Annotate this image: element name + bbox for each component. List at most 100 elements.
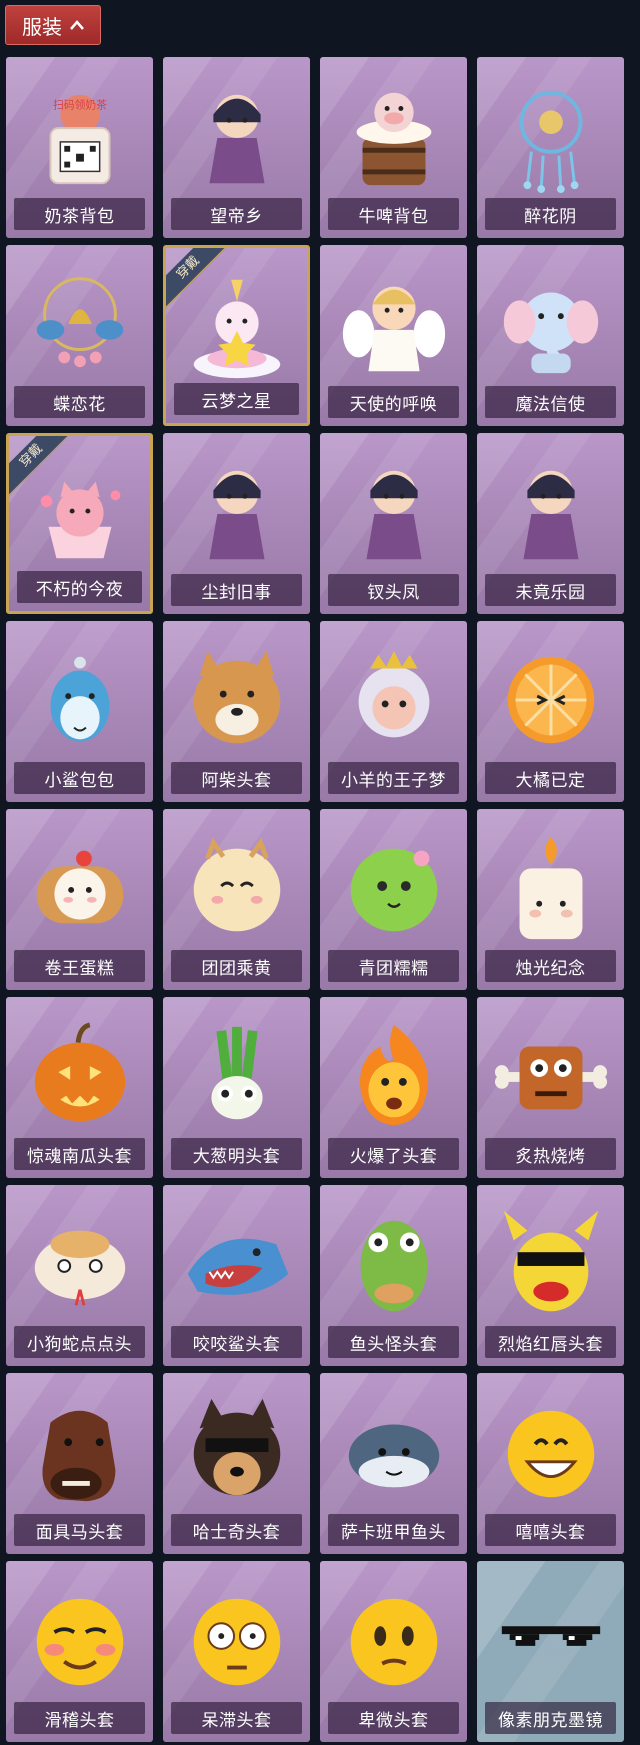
item-sign: 扫码领奶茶	[53, 97, 107, 111]
item-card[interactable]: 大橘已定	[477, 621, 624, 802]
item-card[interactable]: 鱼头怪头套	[320, 1185, 467, 1366]
item-card[interactable]: 天使的呼唤	[320, 245, 467, 426]
doll-character-icon	[178, 77, 296, 195]
doll-character-icon	[178, 453, 296, 571]
cow-beer-backpack-icon	[335, 77, 453, 195]
item-label: 卑微头套	[328, 1702, 459, 1734]
smirk-emoji-head-icon	[21, 1581, 139, 1699]
pumpkin-head-icon	[21, 1017, 139, 1135]
grin-emoji-head-icon	[492, 1393, 610, 1511]
shark-bag-icon	[21, 641, 139, 759]
dazed-emoji-head-icon	[178, 1581, 296, 1699]
item-label: 尘封旧事	[171, 574, 302, 606]
item-card[interactable]: 卑微头套	[320, 1561, 467, 1742]
item-card[interactable]: 青团糯糯	[320, 809, 467, 990]
item-label: 烈焰红唇头套	[485, 1326, 616, 1358]
item-label: 蝶恋花	[14, 386, 145, 418]
item-label: 云梦之星	[174, 383, 299, 415]
item-card[interactable]: 炙热烧烤	[477, 997, 624, 1178]
item-label: 像素朋克墨镜	[485, 1702, 616, 1734]
chevron-up-icon	[70, 20, 84, 30]
item-card[interactable]: 大葱明头套	[163, 997, 310, 1178]
item-card[interactable]: 烈焰红唇头套	[477, 1185, 624, 1366]
item-label: 钗头凤	[328, 574, 459, 606]
item-card[interactable]: 团团乘黄	[163, 809, 310, 990]
item-card[interactable]: 滑稽头套	[6, 1561, 153, 1742]
butterfly-bell-icon	[21, 265, 139, 383]
shark-head-icon	[178, 1205, 296, 1323]
item-card[interactable]: 醉花阴	[477, 57, 624, 238]
husky-head-icon	[178, 1393, 296, 1511]
item-label: 滑稽头套	[14, 1702, 145, 1734]
shiba-head-icon	[178, 641, 296, 759]
item-label: 炙热烧烤	[485, 1138, 616, 1170]
item-card[interactable]: 魔法信使	[477, 245, 624, 426]
angel-doll-icon	[335, 265, 453, 383]
pixel-sunglasses-icon	[492, 1581, 610, 1699]
item-card[interactable]: 哈士奇头套	[163, 1373, 310, 1554]
bbq-meat-head-icon	[492, 1017, 610, 1135]
candle-icon	[492, 829, 610, 947]
doll-character-icon	[335, 453, 453, 571]
elephant-icon	[492, 265, 610, 383]
doll-character-icon	[492, 453, 610, 571]
item-label: 嘻嘻头套	[485, 1514, 616, 1546]
horse-mask-icon	[21, 1393, 139, 1511]
item-label: 未竟乐园	[485, 574, 616, 606]
item-card[interactable]: 小鲨包包	[6, 621, 153, 802]
item-card[interactable]: 未竟乐园	[477, 433, 624, 614]
item-label: 奶茶背包	[14, 198, 145, 230]
item-label: 小狗蛇点点头	[14, 1326, 145, 1358]
item-card[interactable]: 嘻嘻头套	[477, 1373, 624, 1554]
item-card[interactable]: 扫码领奶茶 奶茶背包	[6, 57, 153, 238]
item-label: 萨卡班甲鱼头	[328, 1514, 459, 1546]
item-label: 惊魂南瓜头套	[14, 1138, 145, 1170]
item-card[interactable]: 阿柴头套	[163, 621, 310, 802]
item-card[interactable]: 牛啤背包	[320, 57, 467, 238]
scallion-head-icon	[178, 1017, 296, 1135]
humble-emoji-head-icon	[335, 1581, 453, 1699]
item-label: 咬咬鲨头套	[171, 1326, 302, 1358]
item-label: 鱼头怪头套	[328, 1326, 459, 1358]
item-card[interactable]: 烛光纪念	[477, 809, 624, 990]
item-card[interactable]: 尘封旧事	[163, 433, 310, 614]
item-card[interactable]: 卷王蛋糕	[6, 809, 153, 990]
item-grid: 扫码领奶茶 奶茶背包 望帝乡 牛啤背包 醉花阴 蝶恋花 穿戴 云梦之星 天使的呼唤 魔法信使 穿戴不…	[6, 57, 624, 1742]
item-label: 牛啤背包	[328, 198, 459, 230]
item-card[interactable]: 钗头凤	[320, 433, 467, 614]
green-dumpling-icon	[335, 829, 453, 947]
cake-roll-icon	[21, 829, 139, 947]
item-card[interactable]: 火爆了头套	[320, 997, 467, 1178]
outfit-tab-label: 服装	[22, 14, 62, 39]
item-card[interactable]: 小羊的王子梦	[320, 621, 467, 802]
item-label: 小鲨包包	[14, 762, 145, 794]
item-card[interactable]: 望帝乡	[163, 57, 310, 238]
item-card[interactable]: 穿戴云梦之星	[163, 245, 310, 426]
outfit-tab[interactable]: 服装	[5, 5, 101, 45]
item-card[interactable]: 小狗蛇点点头	[6, 1185, 153, 1366]
item-card[interactable]: 穿戴不朽的今夜	[6, 433, 153, 614]
item-card[interactable]: 咬咬鲨头套	[163, 1185, 310, 1366]
fish-monster-head-icon	[335, 1205, 453, 1323]
item-card[interactable]: 萨卡班甲鱼头	[320, 1373, 467, 1554]
equipped-badge: 穿戴	[9, 436, 71, 498]
sacabambaspis-head-icon	[335, 1393, 453, 1511]
item-label: 烛光纪念	[485, 950, 616, 982]
item-label: 小羊的王子梦	[328, 762, 459, 794]
item-label: 大橘已定	[485, 762, 616, 794]
item-label: 卷王蛋糕	[14, 950, 145, 982]
item-card[interactable]: 面具马头套	[6, 1373, 153, 1554]
snake-head-icon	[21, 1205, 139, 1323]
milk-tea-backpack-icon: 扫码领奶茶	[21, 77, 139, 195]
equipped-badge: 穿戴	[166, 248, 228, 310]
item-label: 阿柴头套	[171, 762, 302, 794]
item-card[interactable]: 呆滞头套	[163, 1561, 310, 1742]
item-label: 魔法信使	[485, 386, 616, 418]
pikachu-lips-head-icon	[492, 1205, 610, 1323]
item-label: 不朽的今夜	[17, 571, 142, 603]
item-card[interactable]: 像素朋克墨镜	[477, 1561, 624, 1742]
item-label: 望帝乡	[171, 198, 302, 230]
item-card[interactable]: 惊魂南瓜头套	[6, 997, 153, 1178]
item-card[interactable]: 蝶恋花	[6, 245, 153, 426]
orange-slice-icon	[492, 641, 610, 759]
